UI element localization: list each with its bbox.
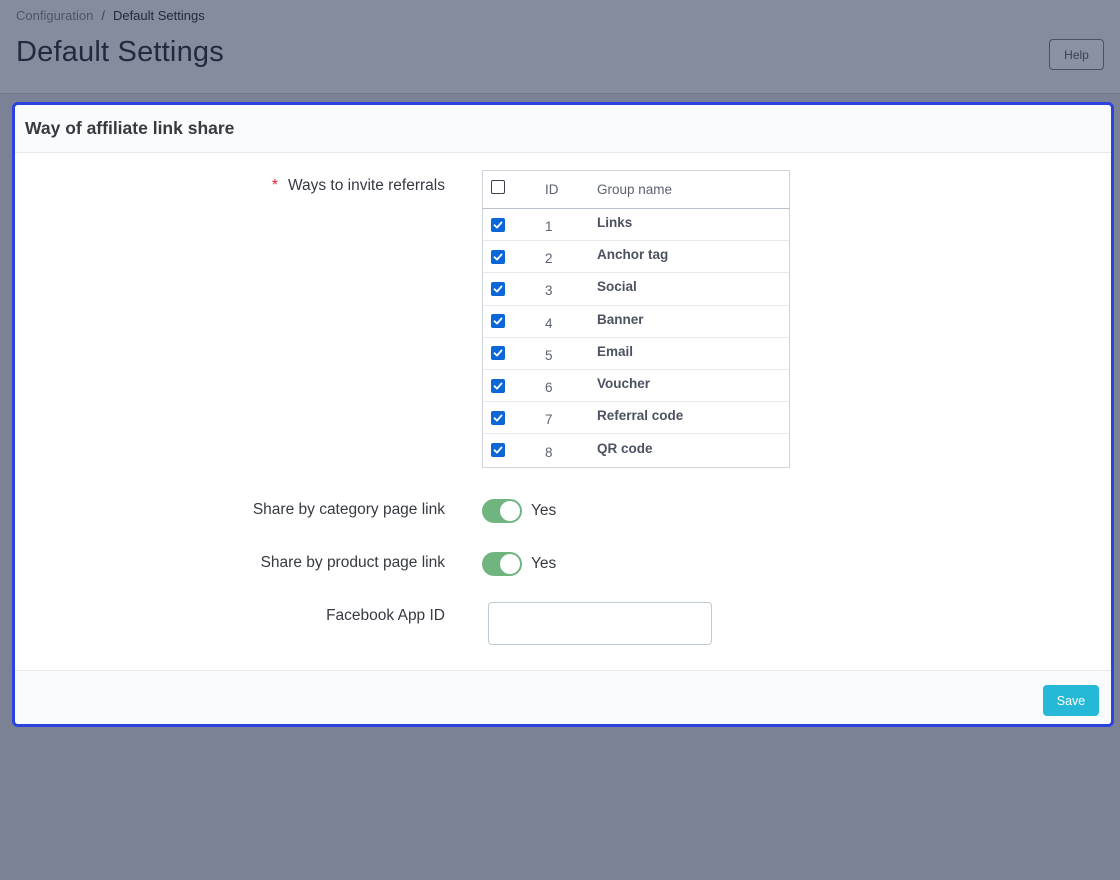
column-header-id: ID bbox=[545, 182, 559, 197]
row-checkbox[interactable] bbox=[491, 249, 505, 264]
panel-title: Way of affiliate link share bbox=[15, 105, 1111, 153]
table-row: 3 Social bbox=[483, 273, 789, 306]
panel-footer: Save bbox=[15, 670, 1111, 724]
row-checkbox[interactable] bbox=[491, 346, 505, 361]
row-group-name: Referral code bbox=[597, 408, 684, 424]
breadcrumb: Configuration / Default Settings bbox=[16, 8, 205, 23]
table-row: 4 Banner bbox=[483, 306, 789, 338]
share-by-product-toggle[interactable] bbox=[482, 552, 522, 576]
row-checkbox[interactable] bbox=[491, 378, 505, 393]
share-by-category-value: Yes bbox=[531, 502, 557, 519]
row-group-name: Voucher bbox=[597, 376, 651, 392]
ways-to-invite-label: * Ways to invite referrals bbox=[272, 177, 445, 195]
row-id: 4 bbox=[545, 315, 553, 331]
group-table: ID Group name 1 Links 2 Anchor tag 3 Social 4 B… bbox=[482, 170, 790, 468]
row-group-name: Banner bbox=[597, 311, 644, 327]
table-row: 6 Voucher bbox=[483, 370, 789, 403]
share-by-category-label: Share by category page link bbox=[252, 501, 445, 518]
select-all-checkbox[interactable] bbox=[491, 179, 505, 194]
row-checkbox[interactable] bbox=[491, 281, 505, 296]
breadcrumb-separator: / bbox=[101, 8, 105, 23]
column-header-group-name: Group name bbox=[597, 182, 673, 197]
share-by-product-label: Share by product page link bbox=[260, 554, 445, 571]
table-body: 1 Links 2 Anchor tag 3 Social 4 Banner 5 Email 6 Vo… bbox=[483, 209, 789, 467]
breadcrumb-configuration-link[interactable]: Configuration bbox=[16, 8, 93, 23]
row-id: 5 bbox=[545, 347, 553, 363]
required-mark: * bbox=[271, 177, 278, 194]
share-by-category-toggle[interactable] bbox=[482, 499, 522, 523]
panel-body: * Ways to invite referrals ID Group name … bbox=[15, 153, 1111, 673]
table-row: 5 Email bbox=[483, 338, 789, 370]
row-group-name: Social bbox=[597, 279, 637, 295]
row-group-name: Anchor tag bbox=[597, 247, 669, 263]
ways-to-invite-text: Ways to invite referrals bbox=[287, 177, 445, 194]
table-row: 1 Links bbox=[483, 209, 789, 242]
table-header: ID Group name bbox=[483, 171, 789, 209]
table-row: 2 Anchor tag bbox=[483, 241, 789, 274]
facebook-app-id-input[interactable] bbox=[488, 602, 712, 645]
row-group-name: Email bbox=[597, 343, 634, 359]
row-checkbox[interactable] bbox=[491, 410, 505, 425]
save-button[interactable]: Save bbox=[1043, 685, 1099, 716]
settings-panel: Way of affiliate link share * Ways to inv… bbox=[12, 102, 1114, 727]
row-group-name: QR code bbox=[597, 440, 653, 456]
row-id: 6 bbox=[545, 380, 553, 396]
row-checkbox[interactable] bbox=[491, 314, 505, 329]
page-title: Default Settings bbox=[16, 36, 224, 68]
table-row: 7 Referral code bbox=[483, 402, 789, 435]
row-id: 1 bbox=[545, 219, 553, 235]
table-row: 8 QR code bbox=[483, 434, 789, 466]
row-group-name: Links bbox=[597, 215, 633, 231]
page-header: Configuration / Default Settings Default S… bbox=[0, 0, 1120, 94]
row-checkbox[interactable] bbox=[491, 443, 505, 458]
row-checkbox[interactable] bbox=[491, 217, 505, 232]
row-id: 2 bbox=[545, 251, 553, 267]
breadcrumb-current: Default Settings bbox=[112, 8, 205, 23]
row-id: 3 bbox=[545, 283, 553, 299]
help-button[interactable]: Help bbox=[1049, 39, 1104, 70]
toggle-knob bbox=[500, 501, 520, 521]
row-id: 8 bbox=[545, 444, 553, 460]
toggle-knob bbox=[500, 554, 520, 574]
share-by-product-value: Yes bbox=[531, 555, 557, 572]
row-id: 7 bbox=[545, 412, 553, 428]
facebook-app-id-label: Facebook App ID bbox=[326, 607, 445, 624]
